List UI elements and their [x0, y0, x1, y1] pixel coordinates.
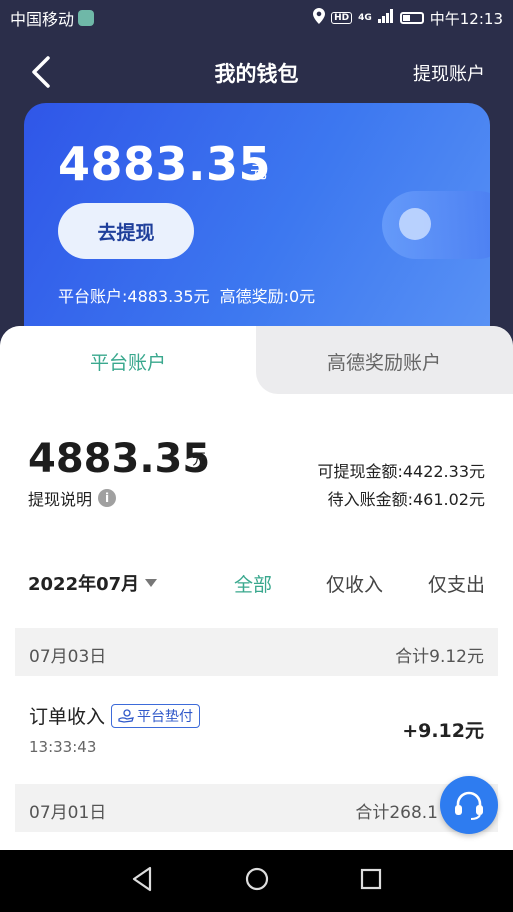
day-date: 07月01日 — [29, 803, 107, 823]
info-icon: i — [98, 489, 117, 507]
filter-income[interactable]: 仅收入 — [326, 570, 383, 597]
balance-details: 可提现金额:4422.33元 待入账金额:461.02元 — [317, 458, 485, 514]
status-bar: 中国移动 HD 4G 中午12:13 — [0, 0, 513, 36]
filter-expense[interactable]: 仅支出 — [428, 570, 485, 597]
customer-service-button[interactable] — [440, 776, 498, 834]
reward-balance: 高德奖励:0元 — [219, 287, 316, 306]
carrier: 中国移动 — [10, 6, 95, 30]
tab-platform-account[interactable]: 平台账户 — [0, 326, 256, 394]
withdraw-button[interactable]: 去提现 — [58, 203, 194, 259]
status-icons: HD 4G 中午12:13 — [313, 8, 503, 29]
square-recents-icon — [360, 868, 382, 890]
balance-breakdown: 平台账户:4883.35元 高德奖励:0元 — [58, 283, 325, 307]
carrier-app-icon — [78, 10, 95, 26]
nav-home-button[interactable] — [243, 864, 271, 898]
system-nav-bar — [0, 850, 513, 912]
withdraw-note-label: 提现说明 — [28, 490, 93, 509]
account-sheet: 高德奖励账户 平台账户 4883.35 元 提现说明 i 可提现金额:4422.… — [0, 326, 513, 850]
day-date: 07月03日 — [29, 647, 107, 667]
hd-icon: HD — [331, 12, 353, 24]
nav-back-button[interactable] — [130, 864, 154, 898]
account-balance: 4883.35 — [28, 436, 211, 482]
signal-icon — [377, 9, 394, 27]
record-amount: +9.12元 — [402, 720, 484, 742]
day-total: 合计268.1 — [355, 803, 438, 823]
wallet-balance-unit: 元 — [250, 163, 267, 183]
account-tabs: 高德奖励账户 平台账户 — [0, 326, 513, 394]
record-name: 订单收入 — [29, 706, 106, 728]
circle-home-icon — [245, 867, 269, 891]
record-badge-label: 平台垫付 — [137, 708, 194, 725]
carrier-name: 中国移动 — [10, 10, 75, 29]
withdraw-account-link[interactable]: 提现账户 — [413, 60, 485, 86]
nav-bar: 我的钱包 提现账户 — [0, 40, 513, 104]
headset-icon — [455, 791, 483, 820]
platform-balance: 平台账户:4883.35元 — [58, 287, 210, 306]
tab-platform-account-label: 平台账户 — [89, 352, 166, 374]
hand-coin-icon — [118, 708, 134, 723]
wallet-card: 4883.35 元 去提现 平台账户:4883.35元 高德奖励:0元 — [24, 103, 490, 353]
filter-all[interactable]: 全部 — [234, 570, 272, 597]
day-total: 合计9.12元 — [395, 647, 484, 667]
triangle-back-icon — [132, 866, 152, 892]
record-title: 订单收入 平台垫付 — [29, 702, 201, 729]
record-badge: 平台垫付 — [111, 703, 201, 728]
clock: 中午12:13 — [429, 9, 503, 28]
withdraw-note-link[interactable]: 提现说明 i — [28, 486, 117, 510]
battery-icon — [399, 12, 424, 24]
tab-reward-account[interactable]: 高德奖励账户 — [256, 326, 513, 394]
record-time: 13:33:43 — [29, 738, 97, 756]
record-row[interactable]: 订单收入 平台垫付 13:33:43 +9.12元 — [15, 676, 498, 784]
card-decoration-dot — [399, 208, 431, 240]
location-icon — [313, 8, 326, 28]
account-balance-unit: 元 — [192, 450, 208, 468]
withdrawable-amount: 可提现金额:4422.33元 — [317, 462, 485, 481]
month-label: 2022年07月 — [28, 574, 140, 595]
record-filter: 2022年07月 全部 仅收入 仅支出 — [0, 558, 513, 608]
network-label: 4G — [358, 13, 372, 23]
day-header: 07月03日 合计9.12元 — [15, 628, 498, 676]
month-picker[interactable]: 2022年07月 — [28, 570, 158, 596]
caret-down-icon — [145, 579, 158, 587]
nav-recents-button[interactable] — [358, 864, 384, 898]
wallet-balance: 4883.35 — [58, 137, 272, 191]
day-header: 07月01日 合计268.1 — [15, 784, 498, 832]
tab-reward-account-label: 高德奖励账户 — [326, 352, 441, 374]
pending-amount: 待入账金额:461.02元 — [327, 490, 485, 509]
